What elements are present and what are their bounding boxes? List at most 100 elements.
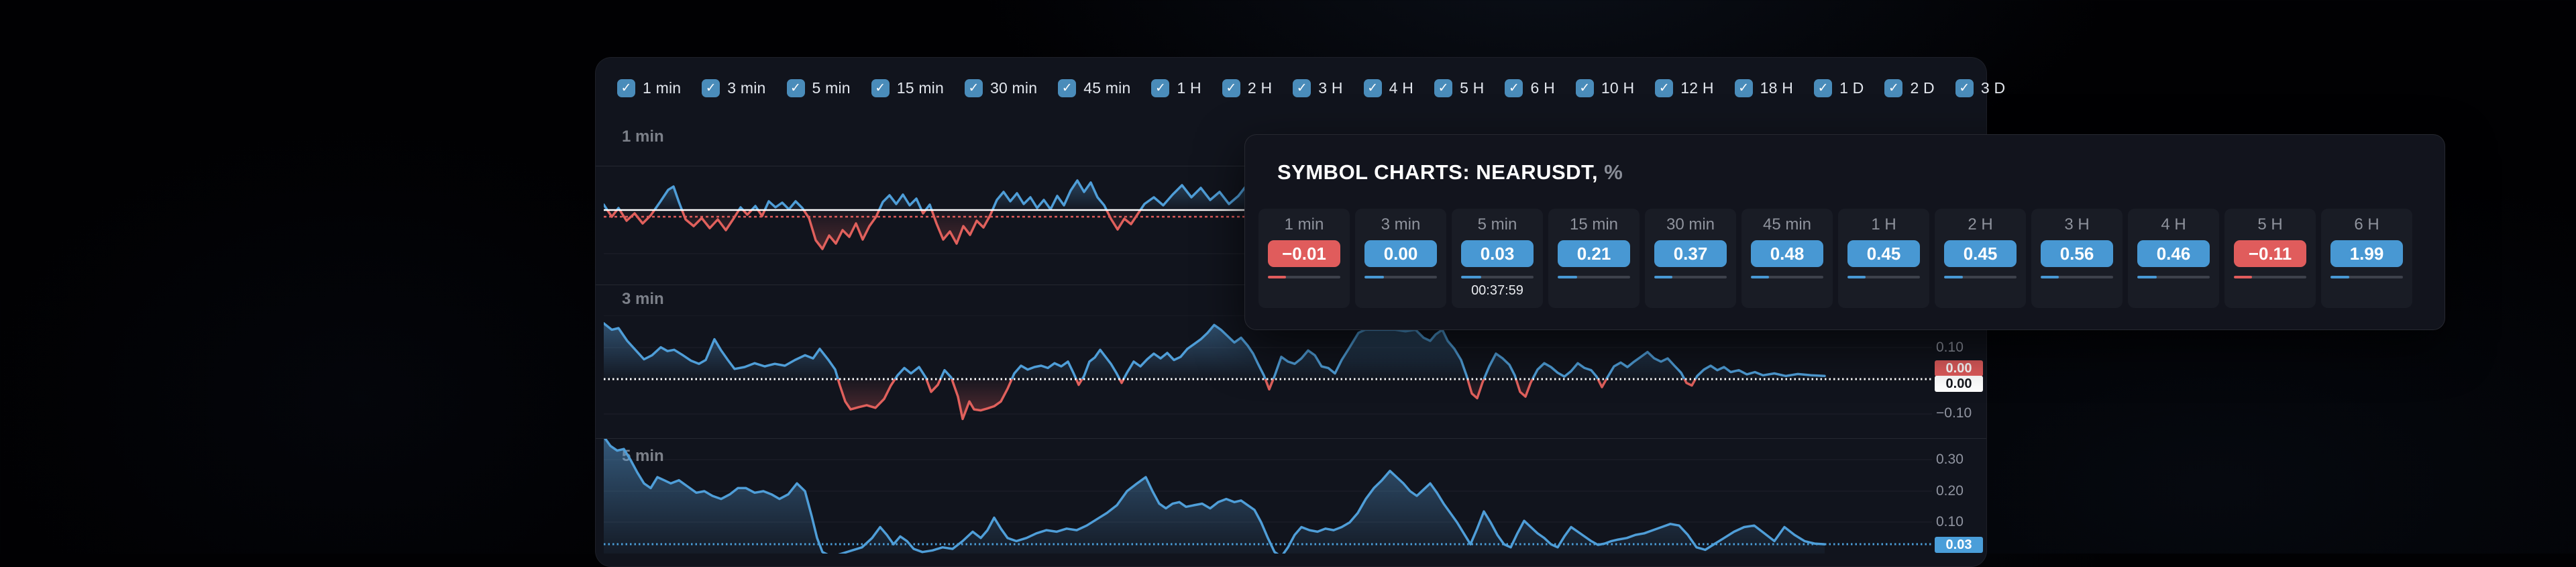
checkbox-checked-icon[interactable]: ✓ (1884, 79, 1903, 97)
timeframe-checkbox-3h[interactable]: ✓ 3 H (1293, 79, 1342, 97)
timeframe-label: 4 H (1389, 79, 1414, 97)
cell-timeframe-label: 3 H (2064, 215, 2090, 234)
timeframe-cell-3min[interactable]: 3 min 0.00 (1355, 209, 1446, 308)
axis-tick-label: 0.10 (1936, 514, 1964, 529)
timeframe-label: 12 H (1680, 79, 1714, 97)
cell-countdown: 00:37:59 (1471, 283, 1523, 298)
timeframe-cell-5min[interactable]: 5 min 0.03 00:37:59 (1452, 209, 1543, 308)
cell-progress-bar (1751, 276, 1823, 278)
cell-progress-fill (1944, 276, 1964, 278)
timeframe-cell-5h[interactable]: 5 H −0.11 (2224, 209, 2316, 308)
cell-timeframe-label: 5 min (1477, 215, 1517, 234)
chart-plot-5min[interactable] (604, 439, 1932, 554)
timeframe-checkbox-12h[interactable]: ✓ 12 H (1655, 79, 1713, 97)
cell-change-value: 0.45 (1847, 240, 1920, 267)
chart-plot-3min[interactable] (604, 315, 1932, 438)
axis-tick-label: −0.10 (1936, 405, 1972, 421)
checkbox-checked-icon[interactable]: ✓ (1151, 79, 1170, 97)
timeframe-checkbox-10h[interactable]: ✓ 10 H (1575, 79, 1635, 97)
cell-progress-bar (1847, 276, 1920, 278)
axis-value-badge: 0.00 (1935, 376, 1983, 392)
cell-timeframe-label: 1 min (1284, 215, 1324, 234)
cell-progress-fill (1558, 276, 1578, 278)
timeframe-checkbox-2d[interactable]: ✓ 2 D (1884, 79, 1935, 97)
axis-tick-label: 0.20 (1936, 483, 1964, 499)
panel-title-main: SYMBOL CHARTS: NEARUSDT, (1277, 160, 1599, 184)
checkbox-checked-icon[interactable]: ✓ (617, 79, 635, 97)
checkbox-checked-icon[interactable]: ✓ (1222, 79, 1240, 97)
timeframe-label: 1 D (1839, 79, 1864, 97)
timeframe-cell-6h[interactable]: 6 H 1.99 (2321, 209, 2412, 308)
timeframe-cell-15min[interactable]: 15 min 0.21 (1548, 209, 1640, 308)
timeframe-cell-1min[interactable]: 1 min −0.01 (1258, 209, 1350, 308)
timeframe-checkbox-5min[interactable]: ✓ 5 min (786, 79, 851, 97)
checkbox-checked-icon[interactable]: ✓ (702, 79, 720, 97)
timeframe-checkbox-1min[interactable]: ✓ 1 min (617, 79, 681, 97)
timeframe-cell-2h[interactable]: 2 H 0.45 (1935, 209, 2026, 308)
checkbox-checked-icon[interactable]: ✓ (871, 79, 890, 97)
timeframe-label: 5 min (812, 79, 851, 97)
cell-progress-bar (1461, 276, 1534, 278)
timeframe-checkbox-1h[interactable]: ✓ 1 H (1151, 79, 1201, 97)
timeframe-label: 15 min (896, 79, 944, 97)
cell-progress-bar (1944, 276, 2017, 278)
checkbox-checked-icon[interactable]: ✓ (1814, 79, 1833, 97)
cell-timeframe-label: 4 H (2161, 215, 2186, 234)
timeframe-checkbox-5h[interactable]: ✓ 5 H (1434, 79, 1484, 97)
checkbox-checked-icon[interactable]: ✓ (1505, 79, 1523, 97)
timeframe-checkbox-45min[interactable]: ✓ 45 min (1058, 79, 1130, 97)
axis-tick-label: 0.10 (1936, 340, 1964, 355)
timeframe-cell-45min[interactable]: 45 min 0.48 (1741, 209, 1833, 308)
cell-progress-bar (1654, 276, 1727, 278)
panel-title-unit: % (1604, 160, 1623, 184)
checkbox-checked-icon[interactable]: ✓ (1293, 79, 1311, 97)
cell-change-value: −0.01 (1268, 240, 1340, 267)
timeframe-label: 30 min (989, 79, 1038, 97)
timeframe-label: 10 H (1601, 79, 1635, 97)
timeframe-checkbox-6h[interactable]: ✓ 6 H (1505, 79, 1555, 97)
checkbox-checked-icon[interactable]: ✓ (1434, 79, 1453, 97)
cell-progress-fill (2330, 276, 2350, 278)
timeframe-checkbox-15min[interactable]: ✓ 15 min (871, 79, 944, 97)
cell-change-value: 0.21 (1558, 240, 1630, 267)
timeframe-cell-4h[interactable]: 4 H 0.46 (2128, 209, 2219, 308)
timeframe-cell-1h[interactable]: 1 H 0.45 (1838, 209, 1929, 308)
cell-timeframe-label: 3 min (1381, 215, 1421, 234)
cell-change-value: 0.45 (1944, 240, 2017, 267)
timeframe-checkbox-3min[interactable]: ✓ 3 min (702, 79, 765, 97)
checkbox-checked-icon[interactable]: ✓ (786, 79, 805, 97)
cell-timeframe-label: 45 min (1762, 215, 1812, 234)
checkbox-checked-icon[interactable]: ✓ (1575, 79, 1594, 97)
timeframe-cell-30min[interactable]: 30 min 0.37 (1645, 209, 1736, 308)
cell-progress-fill (1461, 276, 1482, 278)
cell-progress-fill (1364, 276, 1385, 278)
cell-timeframe-label: 6 H (2354, 215, 2379, 234)
checkbox-checked-icon[interactable]: ✓ (964, 79, 983, 97)
cell-change-value: 0.00 (1364, 240, 1437, 267)
checkbox-checked-icon[interactable]: ✓ (1058, 79, 1077, 97)
panel-title: SYMBOL CHARTS: NEARUSDT, % (1277, 160, 1623, 185)
cell-progress-bar (1364, 276, 1437, 278)
timeframe-checkbox-1d[interactable]: ✓ 1 D (1814, 79, 1864, 97)
cell-progress-bar (1558, 276, 1630, 278)
cell-progress-fill (2041, 276, 2059, 278)
timeframe-checkbox-4h[interactable]: ✓ 4 H (1363, 79, 1414, 97)
checkbox-checked-icon[interactable]: ✓ (1363, 79, 1382, 97)
timeframe-checkbox-2h[interactable]: ✓ 2 H (1222, 79, 1272, 97)
cell-change-value: 0.03 (1461, 240, 1534, 267)
axis-value-badge: 0.03 (1935, 537, 1983, 553)
cell-progress-fill (1268, 276, 1286, 278)
cell-progress-bar (2330, 276, 2403, 278)
cell-change-value: 0.37 (1654, 240, 1727, 267)
checkbox-checked-icon[interactable]: ✓ (1655, 79, 1674, 97)
timeframe-checkbox-30min[interactable]: ✓ 30 min (964, 79, 1038, 97)
timeframe-checkbox-3d[interactable]: ✓ 3 D (1955, 79, 2005, 97)
checkbox-checked-icon[interactable]: ✓ (1955, 79, 1974, 97)
cell-change-value: −0.11 (2234, 240, 2306, 267)
cell-progress-fill (2234, 276, 2252, 278)
timeframe-cell-3h[interactable]: 3 H 0.56 (2031, 209, 2123, 308)
timeframe-toggle-row: ✓ 1 min ✓ 3 min ✓ 5 min ✓ 15 min ✓ 30 min ✓ 45 min ✓… (617, 79, 2005, 97)
timeframe-checkbox-18h[interactable]: ✓ 18 H (1734, 79, 1793, 97)
checkbox-checked-icon[interactable]: ✓ (1734, 79, 1753, 97)
timeframe-label: 1 H (1177, 79, 1201, 97)
